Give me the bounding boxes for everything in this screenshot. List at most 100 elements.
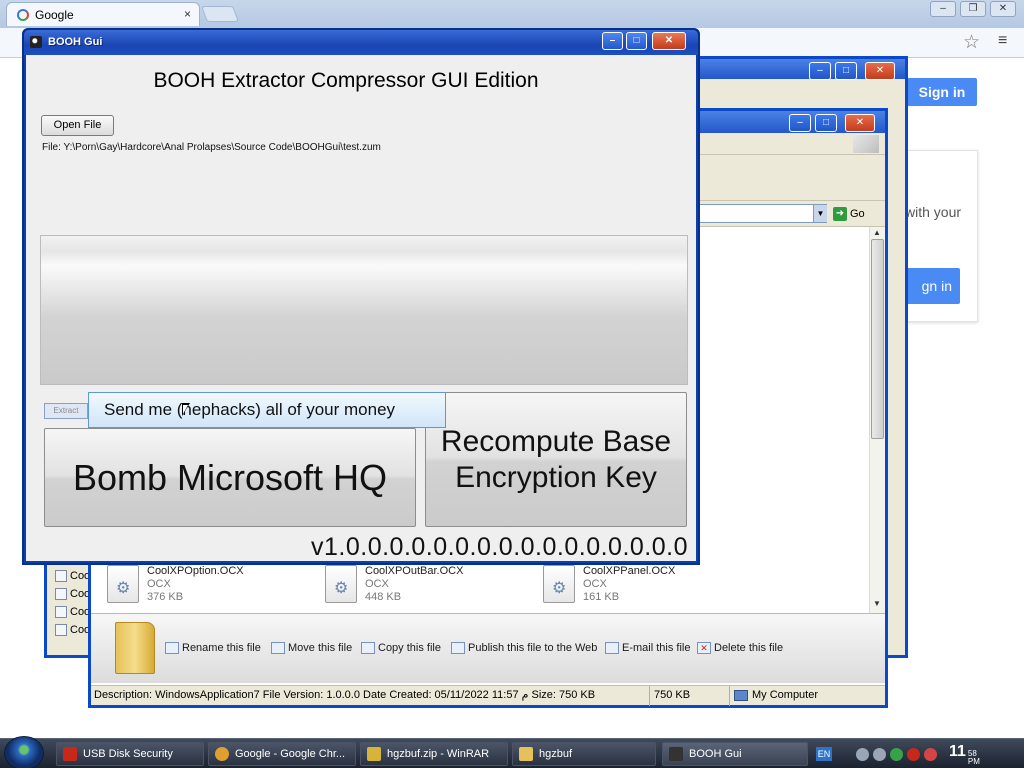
ocx-file-icon	[543, 565, 575, 603]
ocx-file-icon	[107, 565, 139, 603]
task-move[interactable]: Move this file	[271, 642, 352, 654]
recompute-key-button[interactable]: Recompute Base Encryption Key	[425, 392, 687, 527]
volume-icon[interactable]	[873, 747, 886, 761]
task-copy[interactable]: Copy this file	[361, 642, 441, 654]
booh-titlebar: BOOH Gui – □ ✕	[24, 30, 698, 55]
system-tray: EN 11 58 PM	[816, 742, 1024, 766]
task-label: Publish this file to the Web	[468, 642, 598, 654]
bookmark-star-icon[interactable]: ☆	[963, 31, 980, 54]
booh-close-button[interactable]: ✕	[652, 32, 686, 50]
new-tab-button[interactable]	[201, 6, 239, 22]
control-icon	[55, 570, 67, 582]
taskbar-item[interactable]: hgzbuf	[512, 742, 656, 766]
booh-minimize-button[interactable]: –	[602, 32, 623, 50]
publish-icon	[451, 642, 465, 654]
task-delete[interactable]: ✕ Delete this file	[697, 642, 783, 654]
task-label: Move this file	[288, 642, 353, 654]
ocx-file-icon	[325, 565, 357, 603]
windows-logo-icon	[853, 135, 879, 153]
taskbar-item-active[interactable]: BOOH Gui	[662, 742, 808, 766]
address-dropdown-icon[interactable]: ▼	[813, 205, 827, 222]
tree-item[interactable]: Coo	[55, 588, 90, 600]
control-icon	[55, 606, 67, 618]
tree-item[interactable]: Coo	[55, 624, 90, 636]
status-location: My Computer	[729, 686, 818, 706]
google-card-text: with your	[905, 204, 962, 220]
network-icon[interactable]	[890, 747, 903, 761]
taskbar-item-label: hgzbuf.zip - WinRAR	[387, 748, 490, 760]
booh-maximize-button[interactable]: □	[626, 32, 647, 50]
go-label: Go	[850, 207, 865, 220]
start-button[interactable]	[4, 736, 44, 768]
file-type: OCX	[583, 578, 607, 590]
booh-gui-window: BOOH Gui – □ ✕ BOOH Extractor Compressor…	[22, 28, 700, 565]
rename-icon	[165, 642, 179, 654]
file-meta: CoolXPPanel.OCX OCX 161 KB	[583, 565, 675, 604]
antivirus-icon[interactable]	[924, 747, 937, 761]
scroll-down-icon[interactable]: ▼	[873, 599, 881, 608]
chrome-tabstrip: Google × – ❐ ✕	[0, 0, 1024, 28]
app-icon	[30, 36, 42, 48]
folder-icon	[115, 622, 155, 674]
booh-app-icon	[669, 747, 683, 761]
chrome-window-controls: – ❐ ✕	[930, 1, 1016, 17]
taskbar: USB Disk Security Google - Google Chr...…	[0, 736, 1024, 768]
explorer-close-button[interactable]: ✕	[845, 114, 875, 132]
status-description: Description: WindowsApplication7 File Ve…	[94, 689, 596, 701]
app-heading: BOOH Extractor Compressor GUI Edition	[153, 69, 539, 92]
extract-button[interactable]: Extract	[44, 403, 88, 419]
clock-hour: 11	[949, 742, 966, 760]
clock[interactable]: 11 58 PM	[949, 743, 980, 766]
scroll-up-icon[interactable]: ▲	[873, 228, 881, 237]
chrome-menu-icon[interactable]: ≡	[998, 32, 1007, 50]
security-icon[interactable]	[907, 747, 920, 761]
file-item[interactable]: CoolXPPanel.OCX OCX 161 KB	[543, 565, 675, 604]
taskbar-item[interactable]: hgzbuf.zip - WinRAR	[360, 742, 508, 766]
taskbar-item-label: Google - Google Chr...	[235, 748, 346, 760]
explorer-back-close-button[interactable]: ✕	[865, 62, 895, 80]
file-size: 448 KB	[365, 591, 402, 603]
mouse-cursor-icon	[182, 403, 190, 416]
close-button[interactable]: ✕	[990, 1, 1016, 17]
task-label: Delete this file	[714, 642, 784, 654]
tab-google[interactable]: Google ×	[6, 2, 200, 26]
scroll-thumb[interactable]	[871, 239, 884, 439]
explorer-back-minimize-button[interactable]: –	[809, 62, 831, 80]
open-file-button[interactable]: Open File	[41, 115, 114, 136]
control-icon	[55, 588, 67, 600]
taskbar-item[interactable]: USB Disk Security	[56, 742, 204, 766]
task-label: Rename this file	[182, 642, 261, 654]
shield-icon	[63, 747, 77, 761]
control-icon	[55, 624, 67, 636]
taskbar-item-label: BOOH Gui	[689, 748, 742, 760]
file-meta: CoolXPOutBar.OCX OCX 448 KB	[365, 565, 463, 604]
task-email[interactable]: E-mail this file	[605, 642, 690, 654]
explorer-vertical-scrollbar[interactable]: ▲ ▼	[869, 227, 885, 613]
restore-button[interactable]: ❐	[960, 1, 986, 17]
task-publish[interactable]: Publish this file to the Web	[451, 642, 597, 654]
explorer-status-bar: Description: WindowsApplication7 File Ve…	[91, 685, 885, 706]
file-item[interactable]: CoolXPOutBar.OCX OCX 448 KB	[325, 565, 463, 604]
file-size: 376 KB	[147, 591, 184, 603]
tree-item[interactable]: Coo	[55, 606, 90, 618]
google-sign-in-button[interactable]: Sign in	[907, 78, 977, 106]
tab-close-icon[interactable]: ×	[184, 7, 191, 21]
go-button[interactable]: ➜ Go	[833, 204, 873, 223]
taskbar-item[interactable]: Google - Google Chr...	[208, 742, 356, 766]
explorer-maximize-button[interactable]: □	[815, 114, 837, 132]
booh-client-area: BOOH Extractor Compressor GUI Edition Op…	[26, 55, 696, 561]
file-name: CoolXPOutBar.OCX	[365, 565, 464, 577]
language-indicator[interactable]: EN	[816, 747, 832, 761]
tree-item[interactable]: Coo	[55, 570, 90, 582]
file-item[interactable]: CoolXPOption.OCX OCX 376 KB	[107, 565, 244, 604]
explorer-minimize-button[interactable]: –	[789, 114, 811, 132]
file-size: 161 KB	[583, 591, 620, 603]
smiley-icon[interactable]	[856, 747, 869, 761]
folder-icon	[519, 747, 533, 761]
explorer-back-maximize-button[interactable]: □	[835, 62, 857, 80]
task-rename[interactable]: Rename this file	[165, 642, 261, 654]
minimize-button[interactable]: –	[930, 1, 956, 17]
clock-ampm: PM	[967, 756, 980, 766]
bomb-microsoft-button[interactable]: Bomb Microsoft HQ	[44, 428, 416, 527]
google-favicon-icon	[17, 8, 29, 21]
